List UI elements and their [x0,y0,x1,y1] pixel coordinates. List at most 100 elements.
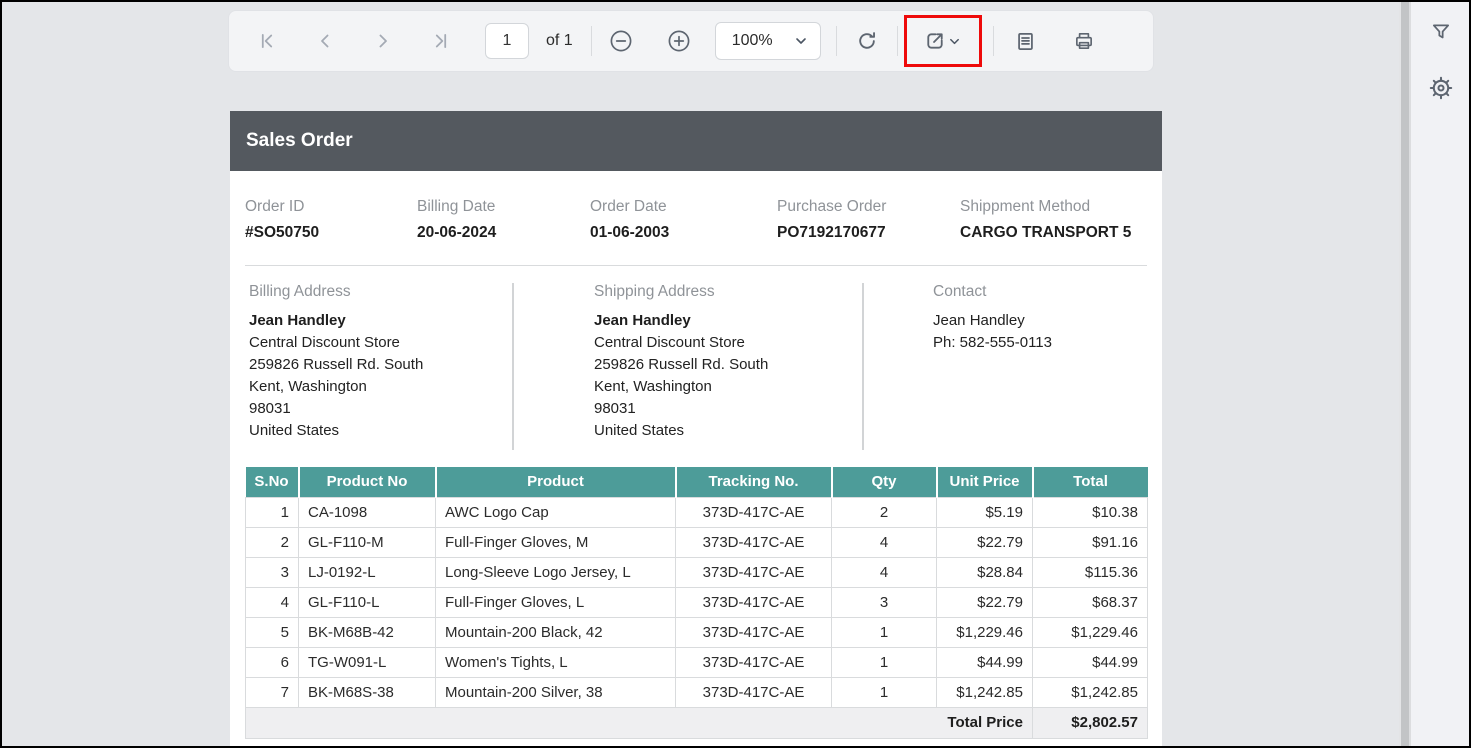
table-cell: TG-W091-L [299,647,436,677]
table-cell: $1,229.46 [1033,617,1148,647]
table-cell: BK-M68B-42 [299,617,436,647]
addresses-row: Billing Address Jean Handley Central Dis… [230,266,1162,450]
billing-date-label: Billing Date [417,198,590,216]
last-page-button[interactable] [423,23,459,59]
table-cell: 373D-417C-AE [676,527,832,557]
contact-block: Contact Jean Handley Ph: 582-555-0113 [862,283,1147,450]
table-cell: 373D-417C-AE [676,677,832,707]
shipping-address-label: Shipping Address [594,283,862,301]
vertical-scrollbar[interactable] [1399,2,1411,746]
zoom-in-button[interactable] [661,23,697,59]
first-page-button[interactable] [249,23,285,59]
table-row: 3 LJ-0192-L Long-Sleeve Logo Jersey, L 3… [246,557,1148,587]
toolbar-separator [591,26,592,56]
billing-address-line: United States [249,420,512,442]
print-button[interactable] [1066,23,1102,59]
header-sno: S.No [246,467,299,497]
table-cell: 4 [832,557,937,587]
header-total: Total [1033,467,1148,497]
table-footer-row: Total Price $2,802.57 [246,707,1148,738]
refresh-button[interactable] [849,23,885,59]
shipping-address-block: Shipping Address Jean Handley Central Di… [512,283,862,450]
table-row: 2 GL-F110-M Full-Finger Gloves, M 373D-4… [246,527,1148,557]
table-cell: 373D-417C-AE [676,557,832,587]
billing-address-line: 259826 Russell Rd. South [249,354,512,376]
table-cell: 5 [246,617,299,647]
billing-date-value: 20-06-2024 [417,224,590,242]
table-cell: LJ-0192-L [299,557,436,587]
table-cell: $44.99 [1033,647,1148,677]
contact-name: Jean Handley [933,310,1147,332]
table-cell: Full-Finger Gloves, M [436,527,676,557]
toolbar-separator [897,26,898,56]
table-cell: Full-Finger Gloves, L [436,587,676,617]
table-cell: 3 [832,587,937,617]
table-row: 5 BK-M68B-42 Mountain-200 Black, 42 373D… [246,617,1148,647]
chevron-down-icon [948,35,961,48]
purchase-order-field: Purchase Order PO7192170677 [777,198,960,242]
zoom-level-select[interactable]: 100% [715,22,821,60]
table-cell: $1,229.46 [937,617,1033,647]
order-date-value: 01-06-2003 [590,224,777,242]
contact-label: Contact [933,283,1147,301]
filter-button[interactable] [1411,10,1471,54]
page-number-input[interactable] [485,23,529,59]
purchase-order-value: PO7192170677 [777,224,960,242]
header-product-no: Product No [299,467,436,497]
table-cell: 373D-417C-AE [676,617,832,647]
parameters-side-panel [1411,2,1471,746]
table-cell: 6 [246,647,299,677]
table-cell: $5.19 [937,497,1033,527]
table-cell: 1 [832,677,937,707]
shipping-address-line: Central Discount Store [594,332,862,354]
contact-phone: Ph: 582-555-0113 [933,332,1147,354]
page-setup-button[interactable] [1008,23,1044,59]
billing-address-block: Billing Address Jean Handley Central Dis… [245,283,512,450]
print-icon [1073,30,1095,52]
order-id-value: #SO50750 [245,224,417,242]
billing-address-name: Jean Handley [249,310,512,332]
viewer-toolbar: of 1 100% [228,10,1154,72]
table-cell: 2 [246,527,299,557]
table-cell: 1 [246,497,299,527]
shipment-method-value: CARGO TRANSPORT 5 [960,224,1147,242]
total-price-label: Total Price [246,707,1033,738]
first-page-icon [257,31,277,51]
table-cell: CA-1098 [299,497,436,527]
order-date-label: Order Date [590,198,777,216]
report-page: Sales Order Order ID #SO50750 Billing Da… [230,111,1162,748]
export-button-highlighted[interactable] [904,15,982,67]
table-cell: 1 [832,617,937,647]
shipping-address-line: United States [594,420,862,442]
page-count-label: of 1 [546,32,573,50]
table-cell: $10.38 [1033,497,1148,527]
table-cell: $1,242.85 [937,677,1033,707]
export-icon [924,30,946,52]
billing-address-line: 98031 [249,398,512,420]
purchase-order-label: Purchase Order [777,198,960,216]
table-cell: 4 [246,587,299,617]
billing-address-label: Billing Address [249,283,512,301]
toolbar-separator [993,26,994,56]
table-cell: BK-M68S-38 [299,677,436,707]
previous-page-button[interactable] [307,23,343,59]
shipment-method-label: Shippment Method [960,198,1147,216]
total-price-value: $2,802.57 [1033,707,1148,738]
table-cell: Long-Sleeve Logo Jersey, L [436,557,676,587]
next-page-icon [373,31,393,51]
next-page-button[interactable] [365,23,401,59]
order-id-field: Order ID #SO50750 [245,198,417,242]
zoom-level-value: 100% [732,32,773,50]
header-product: Product [436,467,676,497]
zoom-out-button[interactable] [603,23,639,59]
toolbar-separator [836,26,837,56]
report-header-band: Sales Order [230,111,1162,171]
table-cell: 373D-417C-AE [676,647,832,677]
table-row: 1 CA-1098 AWC Logo Cap 373D-417C-AE 2 $5… [246,497,1148,527]
table-cell: 373D-417C-AE [676,587,832,617]
table-cell: 1 [832,647,937,677]
table-header-row: S.No Product No Product Tracking No. Qty… [246,467,1148,497]
settings-button[interactable] [1411,66,1471,110]
refresh-icon [856,30,878,52]
shipping-address-name: Jean Handley [594,310,862,332]
